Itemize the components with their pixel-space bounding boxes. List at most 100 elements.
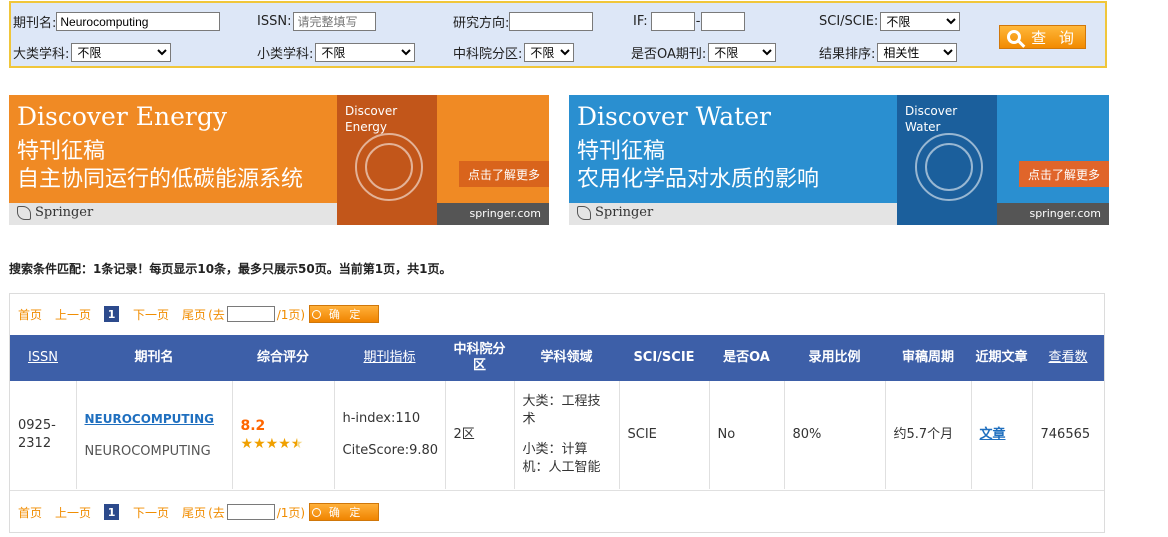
minor-select[interactable]: 不限 bbox=[315, 43, 416, 62]
banner-title-zh2: 自主协同运行的低碳能源系统 bbox=[17, 167, 304, 192]
pager-last[interactable]: 尾页 bbox=[182, 504, 206, 521]
pager-prev[interactable]: 上一页 bbox=[55, 504, 91, 521]
sci-field: SCI/SCIE: 不限 bbox=[819, 12, 961, 31]
pager-first[interactable]: 首页 bbox=[18, 306, 42, 323]
if-max-input[interactable] bbox=[701, 12, 746, 31]
banner-footer: Springer springer.com bbox=[569, 203, 1109, 225]
cell-oa: No bbox=[709, 381, 785, 489]
pager-goto-input[interactable] bbox=[226, 306, 275, 322]
star-icon: ★ bbox=[278, 436, 291, 452]
sort-field: 结果排序: 相关性 bbox=[819, 43, 958, 62]
banner-footer: Springer springer.com bbox=[9, 203, 549, 225]
pager-ok-label: 确 定 bbox=[328, 308, 364, 321]
pager-goto-prefix: (去 bbox=[208, 307, 225, 322]
issn-label: ISSN: bbox=[257, 14, 292, 29]
rating-stars: ★★★★★ bbox=[241, 435, 326, 453]
minor-field: 小类学科: 不限 bbox=[257, 43, 416, 62]
pager-goto-prefix: (去 bbox=[208, 505, 225, 520]
cell-review: 约5.7个月 bbox=[885, 381, 972, 489]
pager-current[interactable]: 1 bbox=[104, 504, 120, 520]
col-header-sci: SCI/SCIE bbox=[619, 335, 709, 381]
pager-goto-input[interactable] bbox=[226, 504, 275, 520]
pager-next[interactable]: 下一页 bbox=[133, 306, 169, 323]
learn-more-button[interactable]: 点击了解更多 bbox=[459, 161, 549, 187]
pager-ok-label: 确 定 bbox=[328, 506, 364, 519]
query-button[interactable]: 查 询 bbox=[999, 25, 1086, 49]
journal-input[interactable] bbox=[56, 12, 221, 31]
pager-top: 首页 上一页 1 下一页 尾页 (去 /1页) 确 定 bbox=[18, 305, 392, 323]
recent-articles-link[interactable]: 文章 bbox=[980, 427, 1006, 442]
circle-icon bbox=[311, 309, 321, 319]
pager-last[interactable]: 尾页 bbox=[182, 306, 206, 323]
star-half-icon: ★ bbox=[290, 436, 304, 452]
journal-field: 期刊名: bbox=[13, 12, 221, 31]
pager-ok-button[interactable]: 确 定 bbox=[309, 305, 380, 323]
major-label: 大类学科: bbox=[13, 47, 70, 62]
pager-goto-suffix: /1页) bbox=[276, 307, 306, 322]
learn-more-button[interactable]: 点击了解更多 bbox=[1019, 161, 1109, 187]
pager-ok-button[interactable]: 确 定 bbox=[309, 503, 380, 521]
if-min-input[interactable] bbox=[650, 12, 695, 31]
pager-prev[interactable]: 上一页 bbox=[55, 306, 91, 323]
springer-brand: Springer bbox=[35, 205, 94, 220]
cover-ring bbox=[925, 143, 973, 191]
cell-accept: 80% bbox=[784, 381, 886, 489]
cell-issn: 0925-2312 bbox=[10, 381, 77, 489]
results-table: ISSN 期刊名 综合评分 期刊指标 中科院分区 学科领域 SCI/SCIE 是… bbox=[10, 335, 1104, 489]
banner-footer-right: springer.com bbox=[979, 203, 1109, 225]
star-icon: ★ bbox=[253, 436, 266, 452]
springer-site: springer.com bbox=[1029, 207, 1101, 220]
journal-subname: NEUROCOMPUTING bbox=[84, 443, 211, 459]
col-header-cas: 中科院分区 bbox=[445, 335, 514, 381]
sci-label: SCI/SCIE: bbox=[819, 14, 879, 29]
sort-select[interactable]: 相关性 bbox=[877, 43, 958, 62]
minor-label: 小类学科: bbox=[257, 47, 314, 62]
if-dash: - bbox=[695, 14, 701, 29]
journal-cover: Discover Water bbox=[897, 95, 997, 225]
pager-goto-suffix: /1页) bbox=[276, 505, 306, 520]
research-input[interactable] bbox=[509, 12, 594, 31]
pager-next[interactable]: 下一页 bbox=[133, 504, 169, 521]
cell-recent: 文章 bbox=[971, 381, 1033, 489]
cas-select[interactable]: 不限 bbox=[524, 43, 575, 62]
pager-current[interactable]: 1 bbox=[104, 306, 120, 322]
oa-select[interactable]: 不限 bbox=[708, 43, 777, 62]
table-header-row: ISSN 期刊名 综合评分 期刊指标 中科院分区 学科领域 SCI/SCIE 是… bbox=[10, 335, 1104, 381]
col-header-accept: 录用比例 bbox=[784, 335, 885, 381]
cover-title: Discover Water bbox=[905, 104, 958, 134]
col-header-recent: 近期文章 bbox=[971, 335, 1032, 381]
cell-journal: NEUROCOMPUTING NEUROCOMPUTING bbox=[76, 381, 233, 489]
journal-cover: Discover Energy bbox=[337, 95, 437, 225]
sci-select[interactable]: 不限 bbox=[880, 12, 961, 31]
pager-first[interactable]: 首页 bbox=[18, 504, 42, 521]
springer-horse-icon bbox=[17, 205, 31, 220]
issn-input[interactable] bbox=[293, 12, 377, 31]
major-field: 大类学科: 不限 bbox=[13, 43, 172, 62]
cas-field: 中科院分区: 不限 bbox=[453, 43, 575, 62]
cell-metrics: h-index:110 CiteScore:9.80 bbox=[334, 381, 446, 489]
circle-icon bbox=[311, 507, 321, 517]
springer-brand: Springer bbox=[595, 205, 654, 220]
oa-label: 是否OA期刊: bbox=[631, 47, 707, 62]
banner-discover-water[interactable]: Discover Water 特刊征稿 农用化学品对水质的影响 Springer… bbox=[569, 95, 1109, 225]
col-header-journal: 期刊名 bbox=[76, 335, 232, 381]
col-header-score: 综合评分 bbox=[232, 335, 334, 381]
cell-sci: SCIE bbox=[619, 381, 710, 489]
results-panel: 首页 上一页 1 下一页 尾页 (去 /1页) 确 定 ISSN 期刊名 综合评… bbox=[9, 293, 1105, 533]
col-header-issn[interactable]: ISSN bbox=[10, 335, 76, 381]
journal-link[interactable]: NEUROCOMPUTING bbox=[85, 412, 214, 426]
if-field: IF: - bbox=[633, 12, 746, 31]
col-header-metrics[interactable]: 期刊指标 bbox=[334, 335, 445, 381]
cas-label: 中科院分区: bbox=[453, 47, 523, 62]
field-major: 大类：工程技术 bbox=[522, 394, 601, 427]
banner-discover-energy[interactable]: Discover Energy 特刊征稿 自主协同运行的低碳能源系统 Sprin… bbox=[9, 95, 549, 225]
table-row: 0925-2312 NEUROCOMPUTING NEUROCOMPUTING … bbox=[10, 381, 1104, 489]
cover-title: Discover Energy bbox=[345, 104, 398, 134]
oa-field: 是否OA期刊: 不限 bbox=[631, 43, 777, 62]
col-header-views[interactable]: 查看数 bbox=[1032, 335, 1104, 381]
springer-logo: Springer bbox=[577, 205, 653, 220]
col-header-field: 学科领域 bbox=[514, 335, 619, 381]
col-header-oa: 是否OA bbox=[709, 335, 784, 381]
major-select[interactable]: 不限 bbox=[71, 43, 172, 62]
cover-ring bbox=[365, 143, 413, 191]
